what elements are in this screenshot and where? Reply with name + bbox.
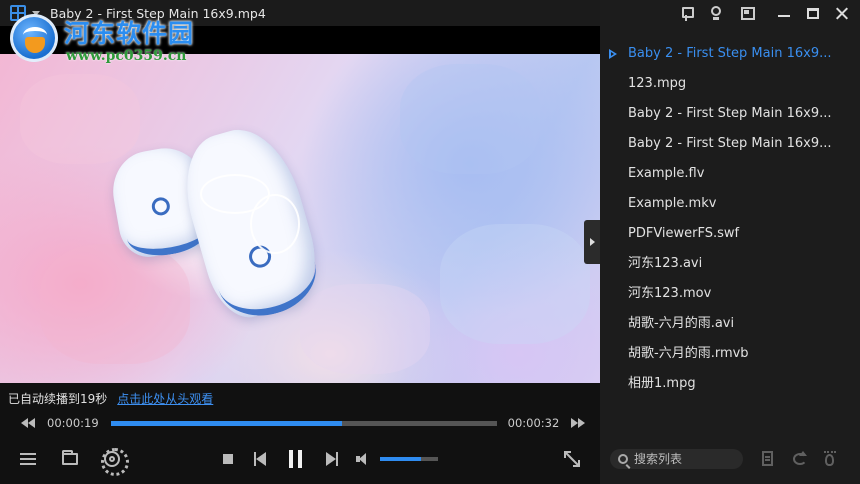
progress-row: 00:00:19 00:00:32 [0, 413, 600, 433]
playlist-item[interactable]: Baby 2 - First Step Main 16x9... [600, 129, 860, 159]
video-pattern-tile [20, 74, 140, 164]
playlist-item[interactable]: 河东123.avi [600, 249, 860, 279]
playlist-item-label: Baby 2 - First Step Main 16x9... [628, 136, 832, 151]
maximize-icon[interactable] [805, 6, 821, 22]
playlist-item-label: 河东123.mov [628, 286, 712, 301]
playlist-file-icon[interactable] [760, 451, 776, 467]
playlist-item[interactable]: 河东123.mov [600, 279, 860, 309]
playlist-search-input[interactable] [634, 452, 734, 466]
progress-fill [110, 420, 343, 426]
menu-icon[interactable] [20, 453, 36, 465]
playlist-item-label: 河东123.avi [628, 256, 703, 271]
playlist-item[interactable]: 胡歌-六月的雨.rmvb [600, 339, 860, 369]
playlist-item-label: 相册1.mpg [628, 376, 696, 391]
playlist-panel: Baby 2 - First Step Main 16x9... 123.mpg B… [600, 0, 860, 484]
playlist-item[interactable]: PDFViewerFS.swf [600, 219, 860, 249]
fullscreen-diagonal [564, 451, 580, 467]
video-pattern-tile [440, 224, 590, 344]
progress-bar[interactable] [110, 420, 497, 426]
resume-bar: 已自动续播到19秒 点击此处从头观看 [0, 383, 600, 413]
restart-link[interactable]: 点击此处从头观看 [117, 390, 213, 407]
title-bar: Baby 2 - First Step Main 16x9.mp4 [0, 0, 600, 26]
close-icon[interactable] [834, 6, 850, 22]
current-time: 00:00:19 [47, 416, 99, 430]
pause-icon[interactable] [288, 450, 304, 468]
volume-fill [380, 457, 421, 461]
playlist-item[interactable]: 123.mpg [600, 69, 860, 99]
playlist-item[interactable]: Example.mkv [600, 189, 860, 219]
playlist-item[interactable]: Example.flv [600, 159, 860, 189]
previous-icon[interactable] [254, 452, 266, 466]
open-folder-icon[interactable] [62, 450, 78, 465]
playlist: Baby 2 - First Step Main 16x9... 123.mpg B… [600, 39, 860, 399]
control-bar [0, 433, 600, 484]
video-area[interactable] [0, 26, 600, 383]
next-icon[interactable] [326, 452, 338, 466]
stop-icon[interactable] [223, 454, 233, 464]
playlist-item[interactable]: Baby 2 - First Step Main 16x9... [600, 99, 860, 129]
playlist-item[interactable]: Baby 2 - First Step Main 16x9... [600, 39, 860, 69]
volume-icon[interactable] [356, 453, 370, 465]
playlist-item-label: PDFViewerFS.swf [628, 226, 740, 241]
screenshot-icon[interactable] [740, 6, 756, 22]
loop-icon[interactable] [792, 451, 808, 467]
playlist-item[interactable]: 胡歌-六月的雨.avi [600, 309, 860, 339]
playlist-search-box[interactable] [610, 449, 743, 469]
playlist-item-label: 胡歌-六月的雨.rmvb [628, 346, 749, 361]
video-frame[interactable] [0, 54, 600, 383]
video-pattern-tile [300, 284, 430, 374]
search-icon [618, 454, 628, 464]
playlist-item-label: 胡歌-六月的雨.avi [628, 316, 735, 331]
video-pattern-tile [400, 64, 540, 174]
volume-slider[interactable] [380, 457, 438, 461]
now-playing-icon [609, 49, 618, 59]
rewind-icon[interactable] [21, 418, 35, 428]
light-bulb-icon[interactable] [708, 6, 724, 22]
playlist-item-label: Baby 2 - First Step Main 16x9... [628, 106, 832, 121]
playlist-item-label: Baby 2 - First Step Main 16x9... [628, 46, 832, 61]
menu-dropdown-icon[interactable] [32, 10, 40, 16]
shoe-lace [250, 194, 300, 254]
minimize-icon[interactable] [776, 6, 792, 22]
resume-message: 已自动续播到19秒 [8, 391, 108, 406]
playlist-item-label: 123.mpg [628, 76, 687, 91]
fullscreen-icon[interactable] [564, 451, 580, 467]
app-logo-icon[interactable] [10, 5, 26, 21]
playlist-item-label: Example.flv [628, 166, 705, 181]
panel-collapse-toggle[interactable] [584, 220, 600, 264]
footprint-icon[interactable] [822, 451, 838, 467]
total-time: 00:00:32 [507, 416, 560, 430]
pin-icon[interactable] [678, 6, 694, 22]
playlist-item-label: Example.mkv [628, 196, 717, 211]
settings-gear-icon[interactable] [101, 448, 129, 476]
playlist-item[interactable]: 相册1.mpg [600, 369, 860, 399]
video-pattern-tile [40, 244, 190, 364]
fast-forward-icon[interactable] [571, 418, 586, 428]
window-title: Baby 2 - First Step Main 16x9.mp4 [50, 5, 266, 21]
